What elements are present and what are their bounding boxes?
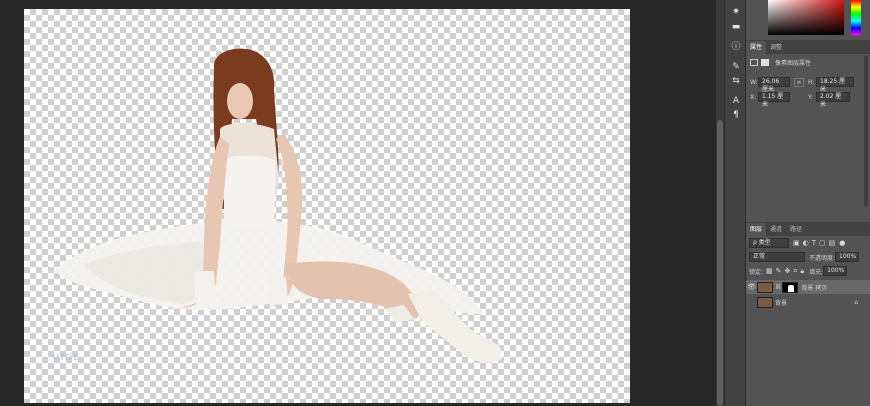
fill-label: 填充: — [809, 268, 824, 276]
color-picker-panel — [746, 0, 870, 40]
width-input[interactable]: 26.06 厘米 — [758, 77, 790, 93]
paragraph-icon[interactable]: ¶ — [728, 108, 744, 122]
fill-input[interactable]: 100% — [823, 266, 848, 276]
layer-filter-row: ρ 类型 ▣ ◐ T ▢ ▤ ● — [749, 238, 845, 248]
opacity-input[interactable]: 100% — [835, 252, 860, 262]
tab-layers[interactable]: 图层 — [746, 223, 767, 236]
mask-icon — [761, 59, 769, 66]
height-input[interactable]: 18.25 厘米 — [816, 77, 854, 93]
filter-type-icon[interactable]: T — [812, 239, 816, 247]
hue-slider[interactable] — [851, 0, 861, 35]
lock-all-icon[interactable]: 🔒︎ — [800, 267, 804, 276]
layer-name[interactable]: 背景 拷贝 — [801, 283, 827, 292]
tab-adjustments[interactable]: 调整 — [766, 41, 786, 54]
y-label: Y: — [808, 93, 813, 101]
subject-image — [54, 48, 502, 363]
opacity-label: 不透明度: — [809, 254, 836, 262]
layer-mask-thumbnail[interactable] — [782, 281, 799, 293]
tab-properties[interactable]: 属性 — [746, 41, 767, 54]
properties-scrollbar[interactable] — [864, 56, 868, 206]
filter-adjust-icon[interactable]: ◐ — [803, 239, 809, 247]
document-canvas[interactable]: UIDE — [24, 9, 630, 403]
blend-mode-select[interactable]: 正常 — [749, 252, 805, 262]
document-workspace: UIDE — [0, 0, 716, 406]
position-row: X: 1.15 厘米 Y: 2.02 厘米 — [750, 92, 850, 108]
watermark-logo: UIDE — [52, 353, 81, 363]
pixel-layer-icon — [750, 59, 758, 66]
layer-row-background-copy[interactable]: 👁︎ ⛓︎ 背景 拷贝 — [746, 280, 870, 294]
eye-icon[interactable]: 👁︎ — [746, 283, 757, 291]
right-panels: 属性 调整 像素图层属性 W: 26.06 厘米 ∞ H: 18.25 厘米 X… — [746, 0, 870, 406]
layers-panel: 图层 通道 路径 ρ 类型 ▣ ◐ T ▢ ▤ ● 正常 不透明度: 100% … — [746, 222, 870, 406]
swatches-icon[interactable]: ▬ — [728, 20, 744, 34]
tab-channels[interactable]: 通道 — [766, 223, 786, 236]
layer-type-label: 像素图层属性 — [775, 60, 812, 67]
x-label: X: — [750, 93, 757, 101]
filter-pixel-icon[interactable]: ▣ — [793, 239, 800, 247]
layer-thumbnail — [757, 296, 773, 308]
layer-thumbnail — [757, 281, 773, 293]
layers-tabs: 图层 通道 路径 — [746, 222, 870, 236]
color-field[interactable] — [768, 0, 844, 35]
info-icon[interactable]: ⓘ — [728, 40, 744, 54]
scrollbar-thumb[interactable] — [717, 120, 723, 406]
link-icon[interactable]: ∞ — [794, 77, 804, 87]
canvas-vertical-scrollbar[interactable] — [716, 0, 724, 406]
lock-paint-icon[interactable]: ✎ — [776, 267, 782, 275]
size-row: W: 26.06 厘米 ∞ H: 18.25 厘米 — [750, 77, 854, 93]
lock-label: 锁定: — [749, 268, 764, 276]
layer-row-background[interactable]: 背景 ⌂ — [746, 295, 870, 309]
lock-artboard-icon[interactable]: ⌗ — [793, 267, 797, 276]
lock-move-icon[interactable]: ✥ — [785, 267, 791, 275]
lock-icon: ⌂ — [854, 298, 858, 306]
layer-name[interactable]: 背景 — [775, 298, 787, 307]
adjust-sliders-icon[interactable]: ⇆ — [728, 74, 744, 88]
lock-row: 锁定: ▦ ✎ ✥ ⌗ 🔒︎ 填充: 100% — [749, 266, 848, 276]
lock-transparent-icon[interactable]: ▦ — [766, 267, 773, 275]
chain-icon[interactable]: ⛓︎ — [775, 284, 781, 290]
filter-smart-icon[interactable]: ▤ — [829, 239, 836, 247]
filter-toggle-icon[interactable]: ● — [839, 239, 845, 247]
pixel-layer-properties-row: 像素图层属性 — [750, 58, 811, 67]
character-icon[interactable]: A — [728, 94, 744, 108]
sun-icon[interactable]: ✷ — [728, 5, 744, 19]
brush-icon[interactable]: ✎ — [728, 60, 744, 74]
panel-icon-strip: ✷ ▬ ⓘ ✎ ⇆ A ¶ — [724, 0, 746, 406]
layer-kind-filter[interactable]: ρ 类型 — [749, 238, 789, 248]
y-input[interactable]: 2.02 厘米 — [816, 92, 850, 108]
height-label: H: — [808, 78, 815, 86]
blend-row: 正常 不透明度: 100% — [749, 252, 860, 262]
filter-shape-icon[interactable]: ▢ — [819, 239, 826, 247]
width-label: W: — [750, 78, 758, 86]
tab-paths[interactable]: 路径 — [786, 223, 806, 236]
x-input[interactable]: 1.15 厘米 — [758, 92, 790, 108]
properties-tabs: 属性 调整 — [746, 40, 870, 54]
